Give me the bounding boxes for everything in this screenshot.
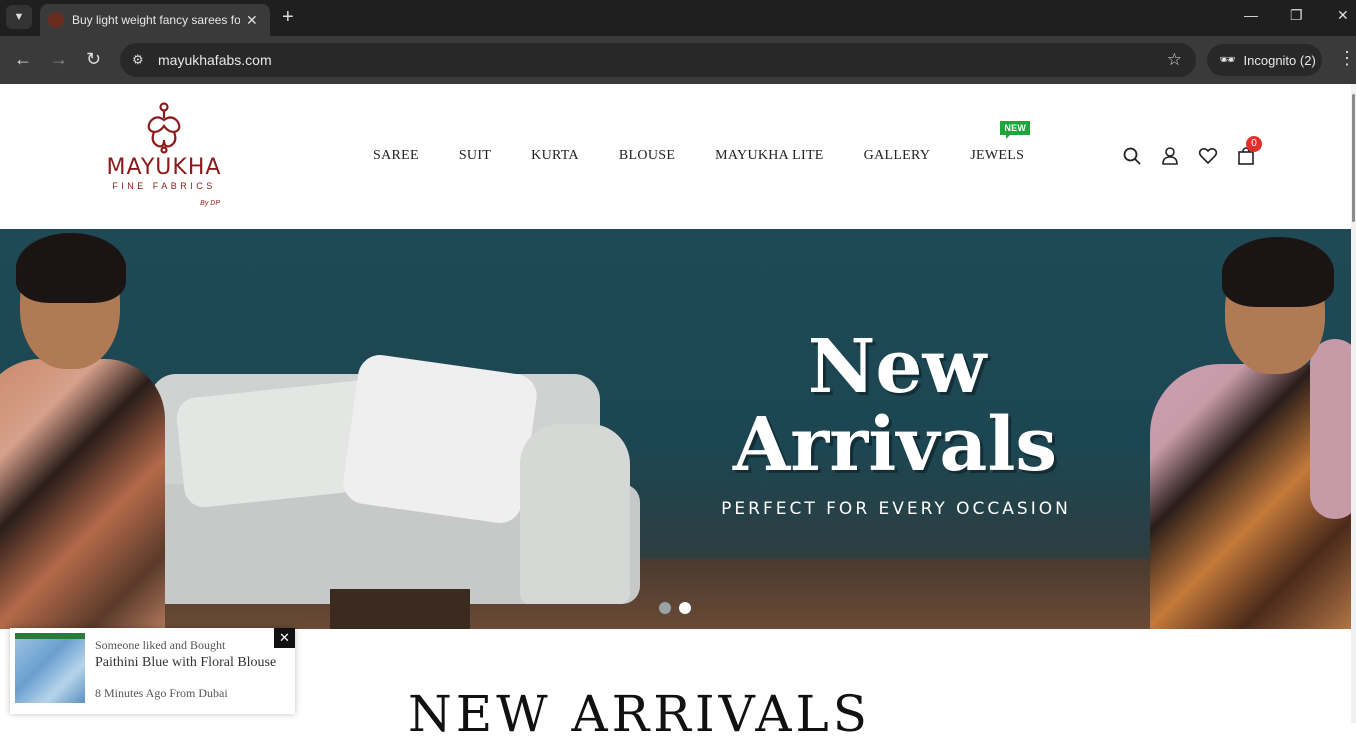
model-left-image [0,233,180,629]
bookmark-star-icon[interactable]: ☆ [1167,50,1182,70]
back-icon[interactable]: ← [14,50,32,68]
site-favicon-icon [48,12,64,28]
browser-tab-bar: ▼ Buy light weight fancy sarees fo ✕ + —… [0,0,1356,36]
logo-subtitle: FINE FABRICS [112,181,216,191]
restore-icon[interactable]: ❐ [1290,7,1303,24]
hero-banner[interactable]: New Arrivals PERFECT FOR EVERY OCCASION [0,229,1351,629]
reload-icon[interactable]: ↻ [86,50,101,68]
purchase-notification[interactable]: Someone liked and Bought Paithini Blue w… [10,628,295,714]
logo-wordmark: MAYUKHA [106,155,222,180]
main-navigation: SAREE SUIT KURTA BLOUSE MAYUKHA LITE GAL… [373,121,1064,164]
section-title: NEW ARRIVALS [408,685,871,743]
notification-caption: Someone liked and Bought [95,638,226,652]
slider-dots [659,602,691,614]
window-close-icon[interactable]: ✕ [1337,7,1349,24]
nav-item-jewels[interactable]: JEWELS NEW [970,121,1031,164]
logo-emblem-icon [147,102,181,154]
scrollbar-thumb[interactable] [1352,94,1355,222]
product-thumbnail[interactable] [15,633,85,703]
nav-item-saree[interactable]: SAREE [373,148,419,164]
slider-dot-2[interactable] [679,602,691,614]
browser-menu-icon[interactable]: ⋮ [1338,48,1356,69]
nav-item-blouse[interactable]: BLOUSE [619,148,675,164]
slider-dot-1[interactable] [659,602,671,614]
site-logo[interactable]: MAYUKHA FINE FABRICS By DP [100,102,228,210]
browser-tab[interactable]: Buy light weight fancy sarees fo ✕ [40,4,270,36]
nav-item-suit[interactable]: SUIT [459,148,491,164]
model-right-image [1130,229,1351,629]
forward-icon[interactable]: → [50,50,68,68]
hero-subtitle: PERFECT FOR EVERY OCCASION [721,499,1071,519]
notification-time: 8 Minutes Ago From Dubai [95,686,228,700]
heart-icon[interactable] [1198,146,1218,166]
new-tab-button[interactable]: + [282,6,294,28]
nav-item-gallery[interactable]: GALLERY [864,148,931,164]
hero-title-line2: Arrivals [732,402,1058,488]
sofa-arm [520,424,630,604]
tab-close-icon[interactable]: ✕ [246,12,258,29]
tab-title: Buy light weight fancy sarees fo [72,13,240,27]
side-table [330,589,470,629]
incognito-label: Incognito (2) [1243,52,1316,68]
logo-byline: By DP [200,200,220,207]
user-icon[interactable] [1160,146,1180,166]
nav-item-jewels-label: JEWELS [970,148,1025,163]
nav-item-mayukha-lite[interactable]: MAYUKHA LITE [715,148,823,164]
close-icon[interactable]: ✕ [274,628,295,648]
tab-search-button[interactable]: ▼ [6,5,32,29]
search-icon[interactable] [1122,146,1142,166]
hero-title-line1: New [807,324,987,410]
header-icons: 0 [1122,136,1262,166]
notification-product-name[interactable]: Paithini Blue with Floral Blouse [95,655,276,671]
browser-toolbar: ← → ↻ ⚙ mayukhafabs.com ☆ 🕶 Incognito (2… [0,36,1356,84]
new-badge: NEW [1000,121,1031,139]
incognito-icon: 🕶 [1219,52,1236,67]
cart-count-badge: 0 [1246,136,1262,152]
minimize-icon[interactable]: — [1244,7,1258,23]
cart-button[interactable]: 0 [1236,136,1262,166]
address-bar[interactable]: ⚙ mayukhafabs.com ☆ [120,43,1196,77]
url-text: mayukhafabs.com [158,52,272,68]
site-header: MAYUKHA FINE FABRICS By DP SAREE SUIT KU… [0,84,1356,229]
pillow-image [340,352,540,526]
incognito-profile-button[interactable]: 🕶 Incognito (2) [1207,44,1322,76]
nav-item-kurta[interactable]: KURTA [531,148,579,164]
site-info-icon[interactable]: ⚙ [132,52,156,68]
